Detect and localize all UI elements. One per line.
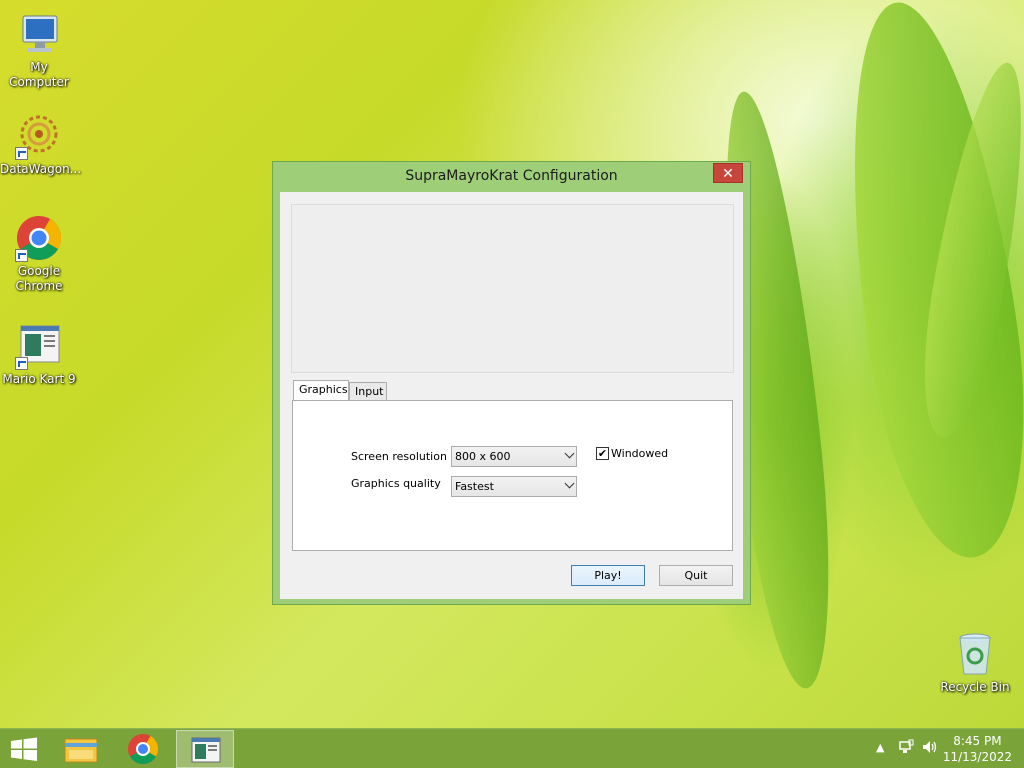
file-explorer-icon <box>64 738 98 763</box>
desktop-icon-label: DataWagon... <box>0 162 82 176</box>
desktop-icon-label: Mario Kart 9 <box>2 372 76 386</box>
dialog-titlebar[interactable]: SupraMayroKrat Configuration ✕ <box>273 162 750 192</box>
tab-label: Graphics <box>299 383 348 396</box>
play-button[interactable]: Play! <box>571 565 645 586</box>
recycle-bin-icon <box>951 630 999 678</box>
close-button[interactable]: ✕ <box>713 163 743 183</box>
desktop-icon-recycle-bin[interactable]: Recycle Bin <box>936 630 1014 695</box>
chrome-icon <box>128 734 158 765</box>
graphics-tab-panel: Screen resolution 800 x 600 ✔ Windowed G… <box>292 400 733 551</box>
screen-resolution-label: Screen resolution <box>351 450 447 463</box>
computer-icon <box>15 10 63 58</box>
desktop-icon-datawagon[interactable]: DataWagon... <box>0 112 82 177</box>
windowed-label: Windowed <box>611 447 669 460</box>
graphics-quality-select[interactable]: Fastest <box>451 476 577 497</box>
windows-logo-icon <box>11 737 37 761</box>
tab-label: Input <box>355 385 384 398</box>
taskbar-clock[interactable]: 8:45 PM 11/13/2022 <box>943 733 1012 765</box>
banner-image-area <box>291 204 734 373</box>
desktop-icon-label: My Computer <box>9 60 69 89</box>
desktop: My Computer DataWagon... Google Chrome M… <box>0 0 1024 728</box>
network-icon[interactable] <box>898 739 914 758</box>
select-value: Fastest <box>455 480 494 493</box>
taskbar-chrome[interactable] <box>114 730 172 768</box>
taskbar-file-explorer[interactable] <box>52 730 110 768</box>
start-button[interactable] <box>0 730 48 768</box>
taskbar: ▲ 8:45 PM 11/13/2022 <box>0 728 1024 768</box>
close-icon: ✕ <box>722 166 734 182</box>
volume-icon[interactable] <box>921 739 939 758</box>
chevron-down-icon <box>564 478 575 489</box>
windowed-checkbox[interactable]: ✔ <box>596 447 609 460</box>
desktop-icon-label: Google Chrome <box>15 264 63 293</box>
checkmark-icon: ✔ <box>597 447 608 460</box>
chrome-icon <box>15 214 63 262</box>
shortcut-arrow-icon <box>15 147 28 160</box>
dialog-client-area: Graphics Input Screen resolution 800 x 6… <box>280 192 743 599</box>
chevron-down-icon <box>564 448 575 459</box>
taskbar-mario-kart-app[interactable] <box>176 730 234 768</box>
mario-kart-app-icon <box>191 737 221 763</box>
desktop-icon-label: Recycle Bin <box>940 680 1010 694</box>
graphics-quality-label: Graphics quality <box>351 477 441 490</box>
show-hidden-icons-chevron[interactable]: ▲ <box>876 741 884 754</box>
configuration-dialog: SupraMayroKrat Configuration ✕ Graphics … <box>272 161 751 605</box>
desktop-icon-google-chrome[interactable]: Google Chrome <box>0 214 78 294</box>
tab-input[interactable]: Input <box>349 382 387 402</box>
clock-date: 11/13/2022 <box>942 750 1012 764</box>
desktop-icon-mario-kart-9[interactable]: Mario Kart 9 <box>0 322 78 387</box>
shortcut-arrow-icon <box>15 357 28 370</box>
shortcut-arrow-icon <box>15 249 28 262</box>
screen-resolution-select[interactable]: 800 x 600 <box>451 446 577 467</box>
application-window-icon <box>15 322 63 370</box>
clock-time: 8:45 PM <box>953 734 1002 748</box>
datawagon-icon <box>15 112 63 160</box>
desktop-icon-my-computer[interactable]: My Computer <box>0 10 78 90</box>
select-value: 800 x 600 <box>455 450 511 463</box>
tab-graphics[interactable]: Graphics <box>293 380 349 402</box>
dialog-title: SupraMayroKrat Configuration <box>405 168 618 184</box>
quit-button[interactable]: Quit <box>659 565 733 586</box>
